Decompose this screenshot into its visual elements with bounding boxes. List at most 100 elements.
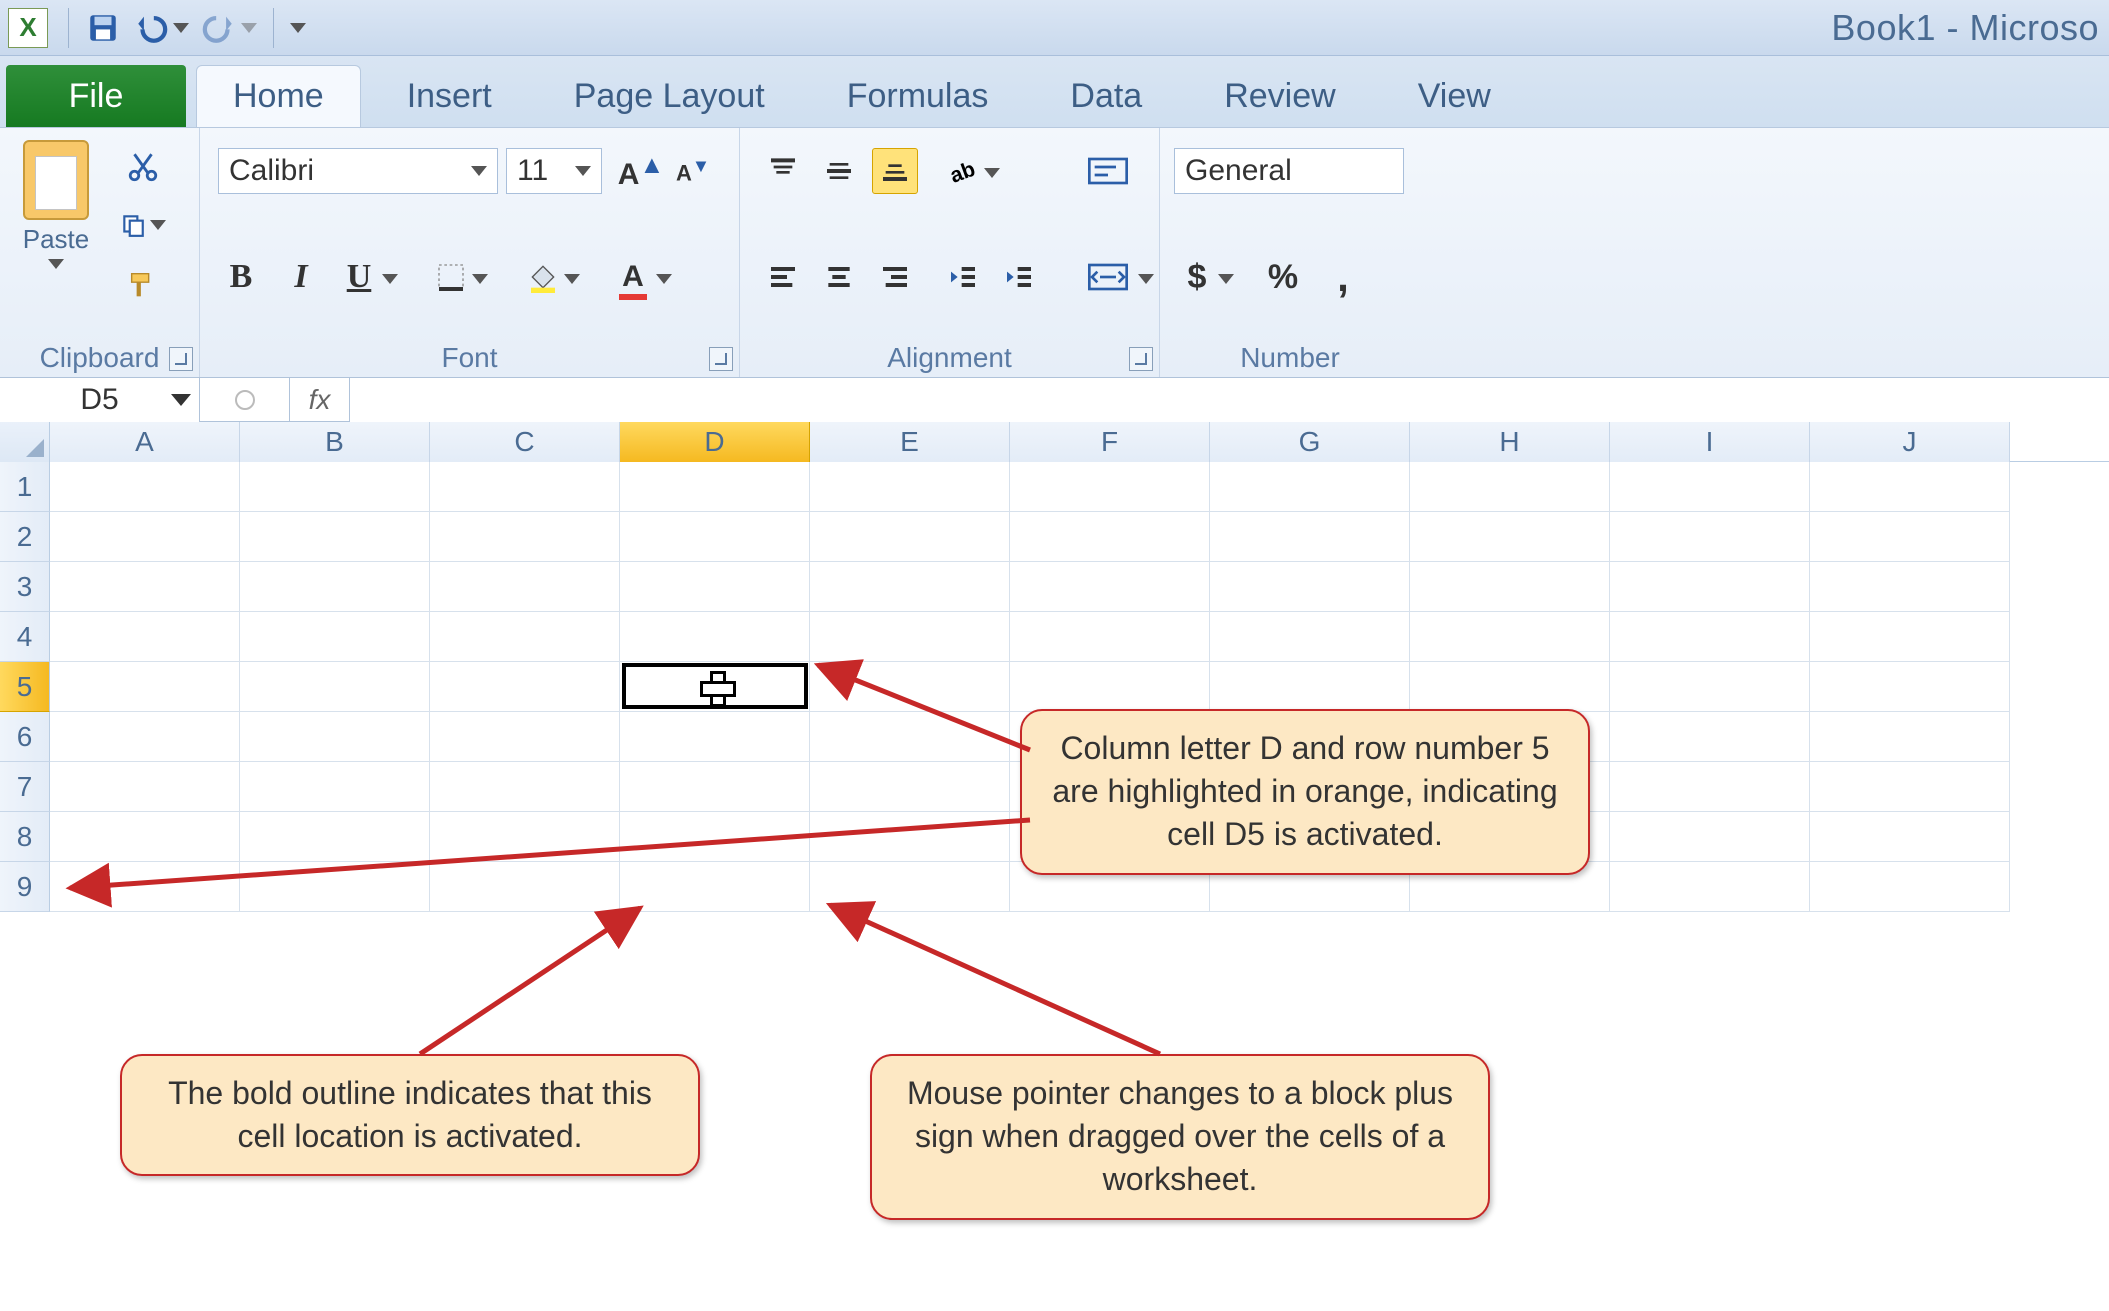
font-launcher[interactable] bbox=[709, 347, 733, 371]
cut-button[interactable] bbox=[120, 144, 166, 190]
cell[interactable] bbox=[430, 862, 620, 912]
cell[interactable] bbox=[620, 812, 810, 862]
save-button[interactable] bbox=[81, 6, 125, 50]
row-header[interactable]: 6 bbox=[0, 712, 50, 762]
align-left-button[interactable] bbox=[760, 254, 806, 300]
row-header[interactable]: 9 bbox=[0, 862, 50, 912]
cell[interactable] bbox=[240, 762, 430, 812]
row-header[interactable]: 7 bbox=[0, 762, 50, 812]
cell[interactable] bbox=[1010, 612, 1210, 662]
cell[interactable] bbox=[50, 612, 240, 662]
cell[interactable] bbox=[1210, 512, 1410, 562]
cell[interactable] bbox=[240, 462, 430, 512]
tab-data[interactable]: Data bbox=[1034, 65, 1178, 127]
tab-insert[interactable]: Insert bbox=[371, 65, 528, 127]
font-color-caret[interactable] bbox=[656, 274, 672, 284]
cell[interactable] bbox=[620, 562, 810, 612]
orientation-caret[interactable] bbox=[984, 168, 1000, 178]
cell[interactable] bbox=[50, 662, 240, 712]
cell[interactable] bbox=[1610, 812, 1810, 862]
cell[interactable] bbox=[810, 562, 1010, 612]
tab-view[interactable]: View bbox=[1382, 65, 1527, 127]
cell[interactable] bbox=[1810, 662, 2010, 712]
currency-caret[interactable] bbox=[1218, 274, 1234, 284]
app-icon[interactable]: X bbox=[8, 8, 48, 48]
column-header[interactable]: A bbox=[50, 422, 240, 462]
cell[interactable] bbox=[620, 862, 810, 912]
fill-color-button[interactable] bbox=[520, 254, 566, 300]
cell[interactable] bbox=[430, 812, 620, 862]
row-header[interactable]: 4 bbox=[0, 612, 50, 662]
insert-function-button[interactable]: fx bbox=[290, 378, 350, 422]
cell[interactable] bbox=[1810, 562, 2010, 612]
row-header[interactable]: 8 bbox=[0, 812, 50, 862]
tab-formulas[interactable]: Formulas bbox=[811, 65, 1025, 127]
wrap-text-button[interactable] bbox=[1080, 148, 1136, 194]
increase-indent-button[interactable] bbox=[996, 254, 1042, 300]
font-size-combo[interactable]: 11 bbox=[506, 148, 602, 194]
cell[interactable] bbox=[620, 612, 810, 662]
cell[interactable] bbox=[1810, 512, 2010, 562]
align-right-button[interactable] bbox=[872, 254, 918, 300]
column-header[interactable]: I bbox=[1610, 422, 1810, 462]
cell[interactable] bbox=[1810, 862, 2010, 912]
cancel-formula-button[interactable] bbox=[200, 378, 290, 422]
align-bottom-button[interactable] bbox=[872, 148, 918, 194]
cell[interactable] bbox=[1410, 662, 1610, 712]
qat-customize-caret[interactable] bbox=[290, 23, 306, 33]
cell[interactable] bbox=[50, 512, 240, 562]
column-header[interactable]: D bbox=[620, 422, 810, 462]
cell[interactable] bbox=[1210, 662, 1410, 712]
cell[interactable] bbox=[50, 562, 240, 612]
cell[interactable] bbox=[620, 762, 810, 812]
undo-button[interactable] bbox=[129, 6, 173, 50]
cell[interactable] bbox=[240, 512, 430, 562]
borders-button[interactable] bbox=[428, 254, 474, 300]
cell[interactable] bbox=[1810, 762, 2010, 812]
merge-caret[interactable] bbox=[1138, 274, 1154, 284]
cell[interactable] bbox=[1210, 612, 1410, 662]
cell[interactable] bbox=[1410, 562, 1610, 612]
font-size-caret[interactable] bbox=[575, 166, 591, 176]
underline-caret[interactable] bbox=[382, 274, 398, 284]
decrease-indent-button[interactable] bbox=[940, 254, 986, 300]
align-top-button[interactable] bbox=[760, 148, 806, 194]
number-format-combo[interactable]: General bbox=[1174, 148, 1404, 194]
font-color-button[interactable]: A bbox=[610, 254, 656, 300]
cell[interactable] bbox=[50, 462, 240, 512]
cell[interactable] bbox=[810, 712, 1010, 762]
italic-button[interactable]: I bbox=[278, 254, 324, 300]
cell[interactable] bbox=[1010, 662, 1210, 712]
cell[interactable] bbox=[620, 462, 810, 512]
cell[interactable] bbox=[810, 762, 1010, 812]
cell[interactable] bbox=[50, 812, 240, 862]
column-header[interactable]: E bbox=[810, 422, 1010, 462]
cell[interactable] bbox=[430, 762, 620, 812]
cell[interactable] bbox=[1410, 512, 1610, 562]
cell[interactable] bbox=[430, 562, 620, 612]
cell[interactable] bbox=[1810, 712, 2010, 762]
paste-button[interactable]: Paste bbox=[12, 140, 100, 269]
column-header[interactable]: H bbox=[1410, 422, 1610, 462]
cell[interactable] bbox=[240, 712, 430, 762]
cell[interactable] bbox=[1610, 462, 1810, 512]
cell[interactable] bbox=[240, 812, 430, 862]
cell[interactable] bbox=[430, 462, 620, 512]
underline-button[interactable]: U bbox=[336, 254, 382, 300]
cell[interactable] bbox=[1810, 612, 2010, 662]
cell[interactable] bbox=[810, 462, 1010, 512]
name-box[interactable]: D5 bbox=[0, 378, 200, 422]
copy-button[interactable] bbox=[120, 202, 166, 248]
cell[interactable] bbox=[1010, 562, 1210, 612]
column-header[interactable]: F bbox=[1010, 422, 1210, 462]
cell[interactable] bbox=[430, 512, 620, 562]
bold-button[interactable]: B bbox=[218, 254, 264, 300]
cell[interactable] bbox=[1010, 462, 1210, 512]
fill-color-caret[interactable] bbox=[564, 274, 580, 284]
cell[interactable] bbox=[1410, 462, 1610, 512]
column-header[interactable]: B bbox=[240, 422, 430, 462]
cell[interactable] bbox=[620, 712, 810, 762]
merge-center-button[interactable] bbox=[1080, 254, 1136, 300]
clipboard-launcher[interactable] bbox=[169, 347, 193, 371]
column-header[interactable]: J bbox=[1810, 422, 2010, 462]
